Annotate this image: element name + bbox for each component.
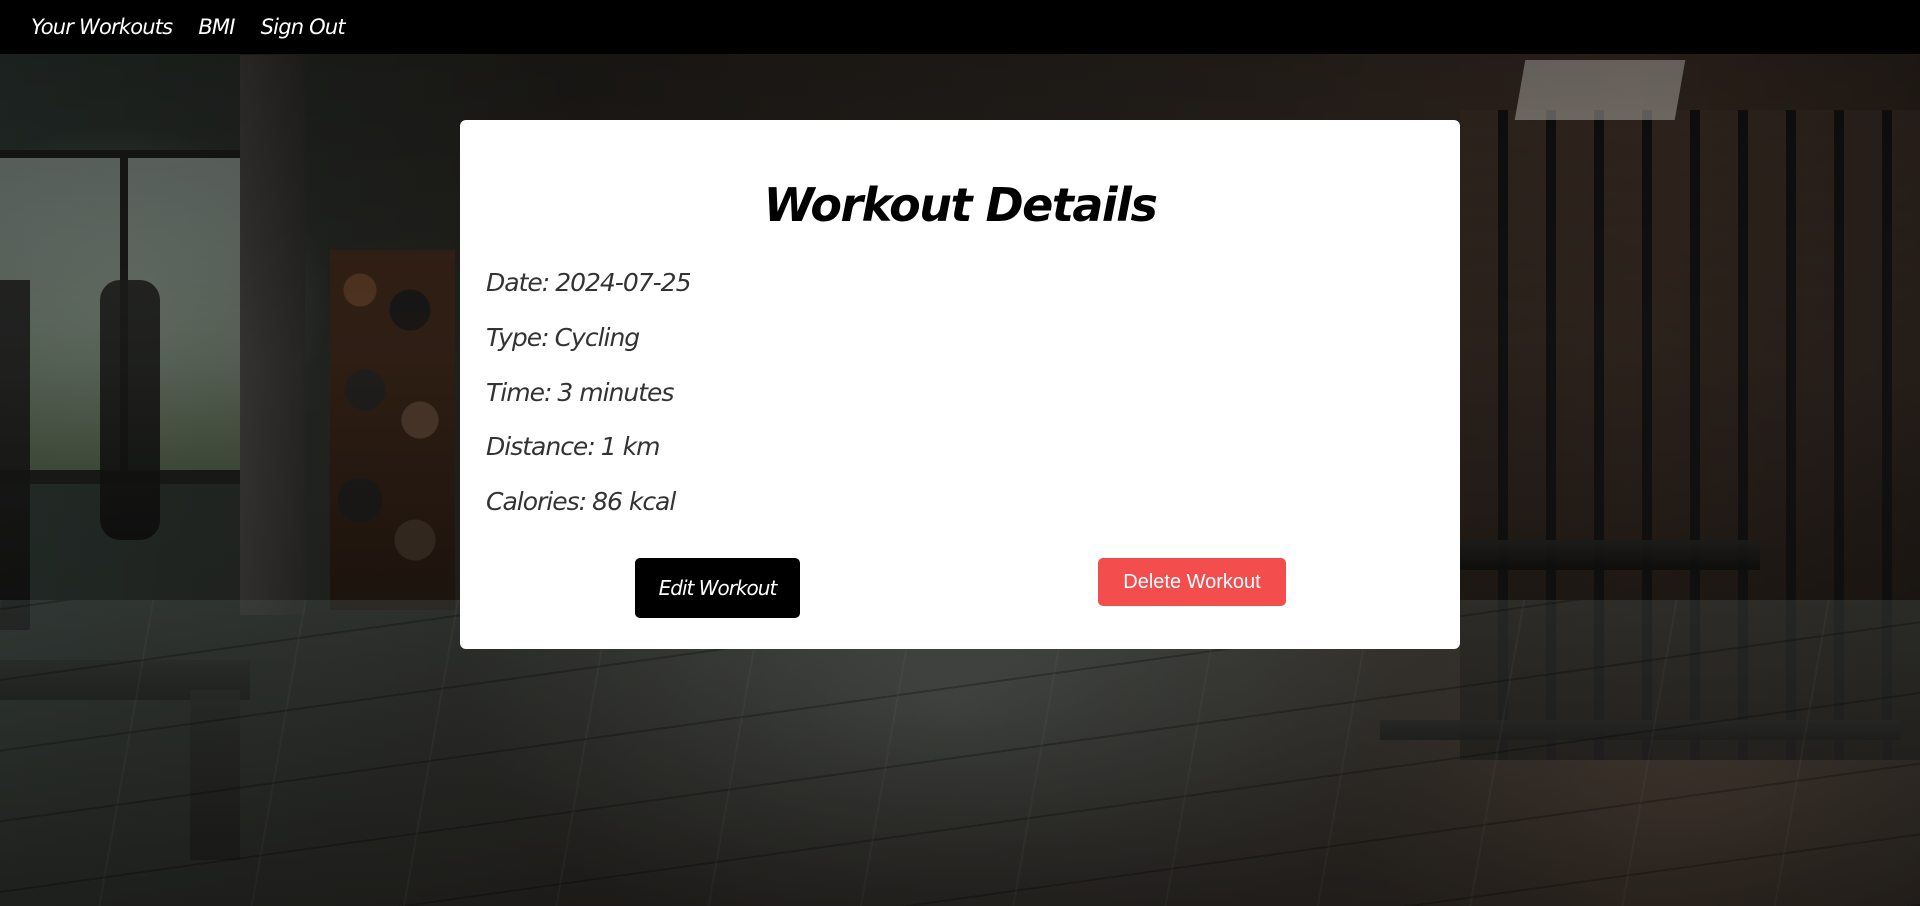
detail-calories-label: Calories: — [486, 487, 587, 516]
nav-link-sign-out[interactable]: Sign Out — [261, 15, 346, 39]
detail-date: Date: 2024-07-25 — [486, 268, 691, 297]
page-title: Workout Details — [763, 178, 1158, 232]
detail-time-label: Time: — [486, 378, 552, 407]
nav-link-your-workouts[interactable]: Your Workouts — [31, 15, 173, 39]
detail-distance-value: 1 km — [600, 432, 661, 461]
top-navbar: Your Workouts BMI Sign Out — [0, 0, 1920, 54]
edit-workout-button[interactable]: Edit Workout — [635, 558, 800, 618]
detail-date-value: 2024-07-25 — [555, 268, 691, 297]
detail-type-value: Cycling — [554, 323, 641, 352]
detail-type: Type: Cycling — [486, 323, 641, 352]
detail-distance: Distance: 1 km — [486, 432, 661, 461]
nav-link-bmi[interactable]: BMI — [198, 15, 235, 39]
detail-date-label: Date: — [486, 268, 550, 297]
detail-time: Time: 3 minutes — [486, 378, 674, 407]
detail-calories-value: 86 kcal — [592, 487, 676, 516]
detail-distance-label: Distance: — [486, 432, 596, 461]
detail-time-value: 3 minutes — [557, 378, 674, 407]
workout-details-card: Workout Details Date: 2024-07-25 Type: Cyc… — [460, 120, 1460, 649]
delete-workout-button[interactable]: Delete Workout — [1098, 558, 1286, 606]
detail-calories: Calories: 86 kcal — [486, 487, 676, 516]
detail-type-label: Type: — [486, 323, 550, 352]
